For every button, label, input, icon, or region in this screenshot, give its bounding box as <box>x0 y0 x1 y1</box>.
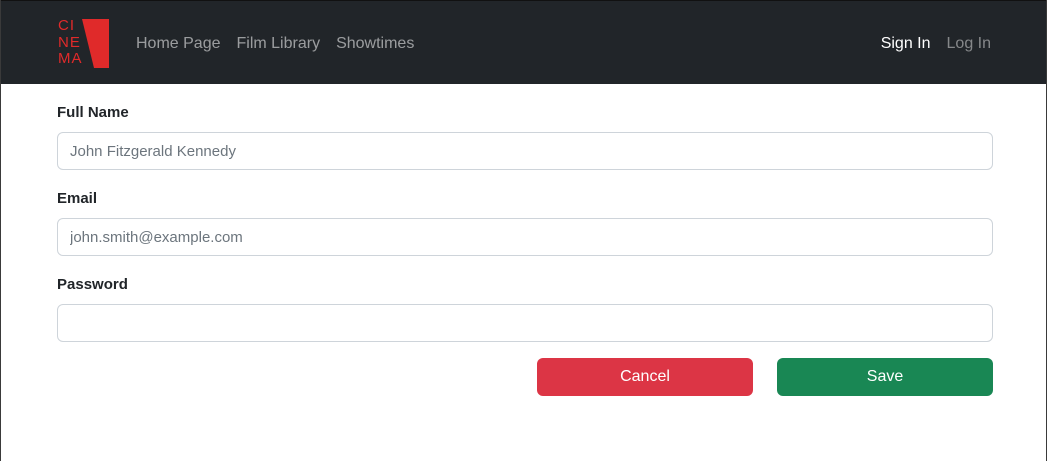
nav-link-showtimes[interactable]: Showtimes <box>336 34 414 54</box>
logo-lettering: CI NE MA <box>58 17 83 67</box>
page-frame: CI NE MA Home Page Film Library Showtimes … <box>0 0 1047 461</box>
nav-link-home-page[interactable]: Home Page <box>136 34 221 54</box>
password-label: Password <box>57 276 128 293</box>
save-button[interactable]: Save <box>777 358 993 396</box>
email-label: Email <box>57 190 98 207</box>
cinema-logo[interactable]: CI NE MA <box>58 17 110 70</box>
log-in-link[interactable]: Log In <box>947 34 991 54</box>
sign-in-link[interactable]: Sign In <box>881 34 931 54</box>
auth-nav: Sign In Log In <box>881 34 991 54</box>
password-input[interactable] <box>57 304 993 342</box>
email-input[interactable] <box>57 218 993 256</box>
top-navbar: CI NE MA Home Page Film Library Showtimes … <box>1 0 1046 84</box>
primary-nav: Home Page Film Library Showtimes <box>136 34 414 54</box>
nav-link-film-library[interactable]: Film Library <box>237 34 321 54</box>
full-name-input[interactable] <box>57 132 993 170</box>
full-name-label: Full Name <box>57 104 129 121</box>
cancel-button[interactable]: Cancel <box>537 358 753 396</box>
